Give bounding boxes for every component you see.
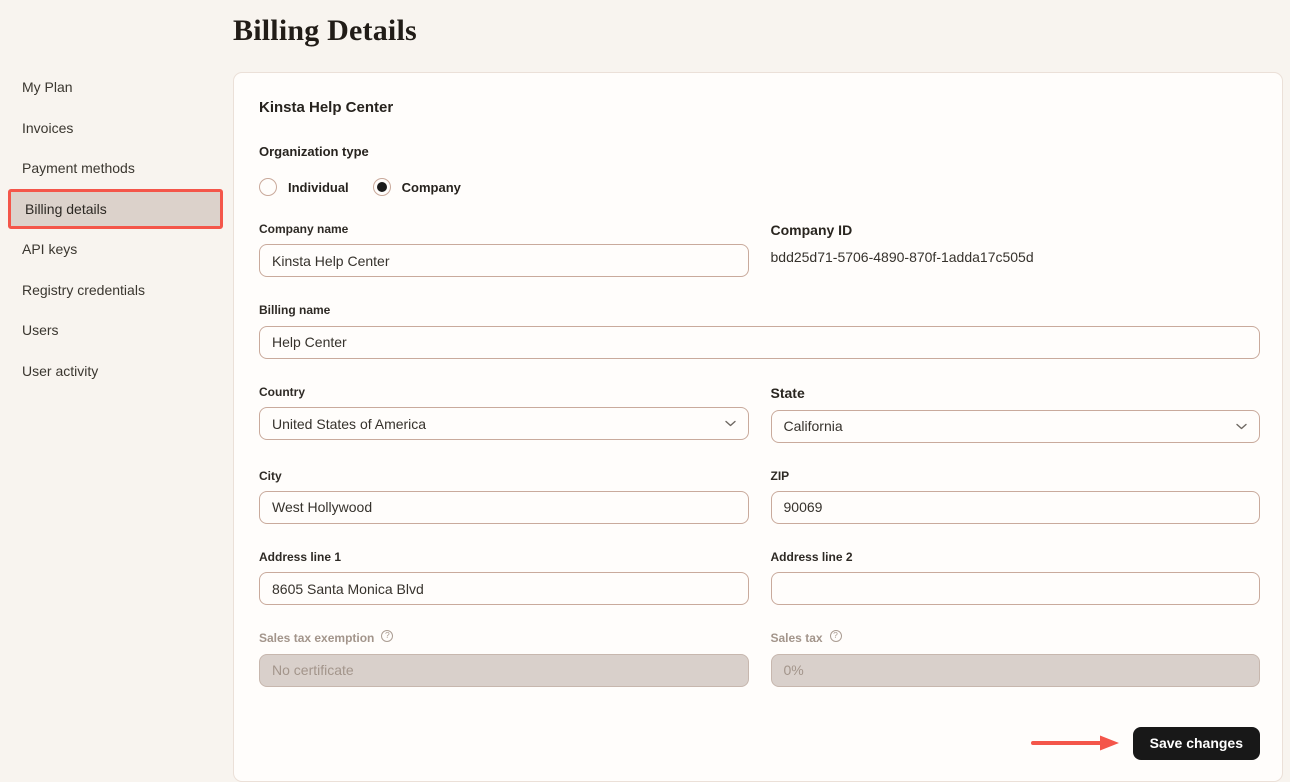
billing-name-input[interactable] [259, 326, 1260, 359]
organization-type-label: Organization type [259, 144, 1260, 159]
sidebar-item-user-activity[interactable]: User activity [0, 351, 233, 392]
radio-option-company[interactable]: Company [373, 178, 461, 196]
sidebar-item-payment-methods[interactable]: Payment methods [0, 148, 233, 189]
billing-name-label: Billing name [259, 303, 1260, 317]
sales-tax-exemption-input [259, 654, 749, 687]
save-changes-button[interactable]: Save changes [1133, 727, 1260, 760]
country-field-group: Country United States of America [259, 385, 749, 443]
country-select[interactable]: United States of America [259, 407, 749, 440]
row-billing-name: Billing name [259, 303, 1260, 358]
state-field-group: State California [771, 385, 1261, 443]
address-line-1-field-group: Address line 1 [259, 550, 749, 605]
sales-tax-field-group: Sales tax ? [771, 631, 1261, 686]
organization-type-group: Individual Company [259, 178, 1260, 196]
save-row: Save changes [259, 727, 1260, 760]
help-icon[interactable]: ? [381, 630, 393, 642]
state-selected-value: California [784, 418, 843, 434]
sales-tax-exemption-label: Sales tax exemption ? [259, 631, 749, 645]
address-line-1-input[interactable] [259, 572, 749, 605]
state-select[interactable]: California [771, 410, 1261, 443]
company-name-label: Company name [259, 222, 749, 236]
sales-tax-input [771, 654, 1261, 687]
city-field-group: City [259, 469, 749, 524]
sidebar: My Plan Invoices Payment methods Billing… [0, 0, 233, 391]
state-label: State [771, 385, 1261, 402]
sidebar-item-my-plan[interactable]: My Plan [0, 67, 233, 108]
zip-field-group: ZIP [771, 469, 1261, 524]
help-icon[interactable]: ? [830, 630, 842, 642]
country-selected-value: United States of America [272, 416, 426, 432]
main-content: Billing Details Kinsta Help Center Organ… [233, 0, 1290, 782]
address-line-2-label: Address line 2 [771, 550, 1261, 564]
row-city-zip: City ZIP [259, 469, 1260, 524]
row-country-state: Country United States of America State C… [259, 385, 1260, 443]
billing-name-field-group: Billing name [259, 303, 1260, 358]
address-line-2-field-group: Address line 2 [771, 550, 1261, 605]
company-name-field-group: Company name [259, 222, 749, 277]
row-company: Company name Company ID bdd25d71-5706-48… [259, 222, 1260, 277]
radio-selected-icon [373, 178, 391, 196]
sales-tax-label: Sales tax ? [771, 631, 1261, 645]
annotation-arrow-icon [1029, 733, 1121, 753]
city-input[interactable] [259, 491, 749, 524]
sales-tax-exemption-field-group: Sales tax exemption ? [259, 631, 749, 686]
company-id-value: bdd25d71-5706-4890-870f-1adda17c505d [771, 249, 1261, 266]
radio-label-individual: Individual [288, 180, 349, 195]
company-id-field-group: Company ID bdd25d71-5706-4890-870f-1adda… [771, 222, 1261, 277]
radio-unselected-icon [259, 178, 277, 196]
row-sales-tax: Sales tax exemption ? Sales tax ? [259, 631, 1260, 686]
company-name-input[interactable] [259, 244, 749, 277]
radio-option-individual[interactable]: Individual [259, 178, 349, 196]
radio-label-company: Company [402, 180, 461, 195]
sidebar-item-api-keys[interactable]: API keys [0, 229, 233, 270]
sales-tax-exemption-label-text: Sales tax exemption [259, 631, 374, 645]
page-title: Billing Details [233, 13, 1290, 49]
city-label: City [259, 469, 749, 483]
country-label: Country [259, 385, 749, 399]
chevron-down-icon [1236, 423, 1247, 430]
zip-label: ZIP [771, 469, 1261, 483]
address-line-1-label: Address line 1 [259, 550, 749, 564]
sales-tax-label-text: Sales tax [771, 631, 823, 645]
sidebar-item-invoices[interactable]: Invoices [0, 108, 233, 149]
company-heading: Kinsta Help Center [259, 99, 1260, 116]
chevron-down-icon [725, 420, 736, 427]
zip-input[interactable] [771, 491, 1261, 524]
company-id-label: Company ID [771, 222, 1261, 239]
sidebar-item-users[interactable]: Users [0, 310, 233, 351]
sidebar-item-registry-credentials[interactable]: Registry credentials [0, 270, 233, 311]
billing-details-card: Kinsta Help Center Organization type Ind… [233, 72, 1283, 782]
row-address: Address line 1 Address line 2 [259, 550, 1260, 605]
sidebar-item-billing-details[interactable]: Billing details [8, 189, 223, 230]
address-line-2-input[interactable] [771, 572, 1261, 605]
